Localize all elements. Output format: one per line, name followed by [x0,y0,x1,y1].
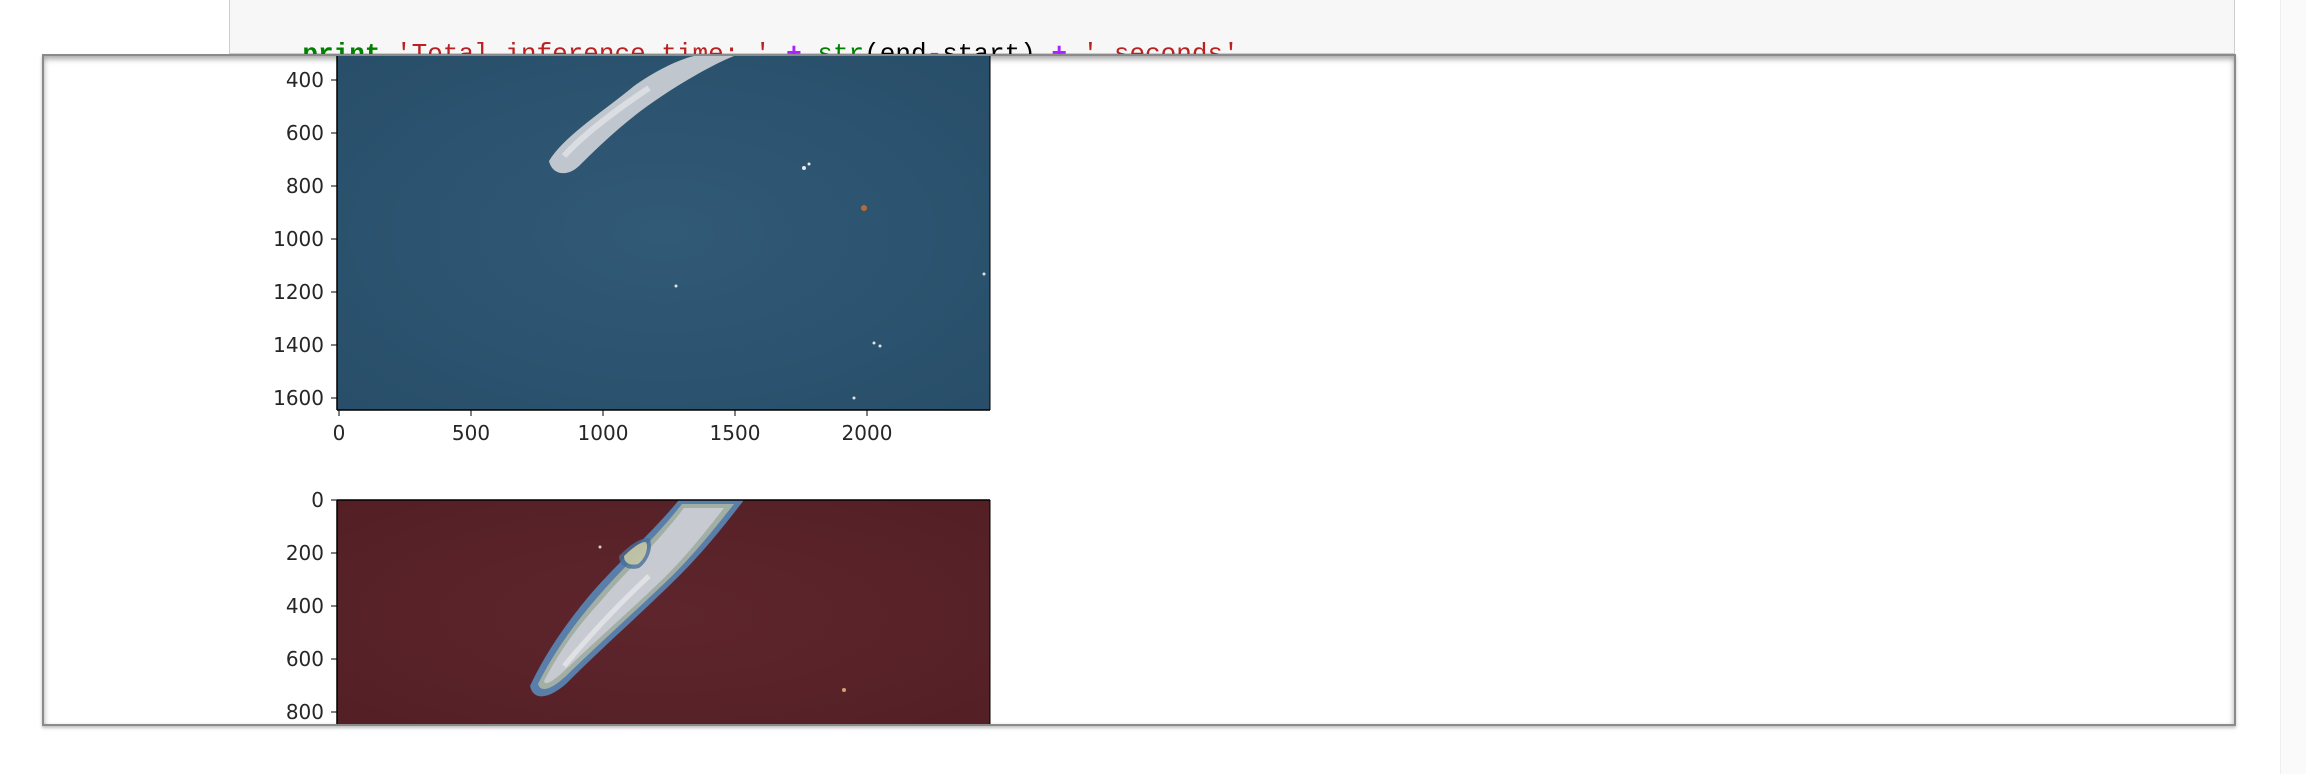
x-axis-ticks: 0 500 1000 1500 2000 [333,410,893,445]
output-figures: 400 600 800 1000 1200 1400 1600 0 500 10… [273,56,991,724]
x-tick-label: 1000 [578,421,629,445]
y-tick-label: 800 [286,700,324,724]
y-axis-ticks: 0 200 400 600 800 [286,488,337,724]
y-axis-ticks: 400 600 800 1000 1200 1400 1600 [273,68,337,410]
y-tick-label: 1600 [273,386,324,410]
y-tick-label: 1000 [273,227,324,251]
y-tick-label: 1200 [273,280,324,304]
y-tick-label: 600 [286,647,324,671]
x-tick-label: 0 [333,421,346,445]
x-tick-label: 500 [452,421,490,445]
x-tick-label: 2000 [842,421,893,445]
output-area[interactable]: 400 600 800 1000 1200 1400 1600 0 500 10… [42,54,2236,726]
y-tick-label: 400 [286,594,324,618]
x-tick-label: 1500 [710,421,761,445]
satellite-image-plot: 400 600 800 1000 1200 1400 1600 0 500 10… [273,56,991,445]
y-tick-label: 0 [311,488,324,512]
y-tick-label: 200 [286,541,324,565]
segmentation-overlay-plot: 0 200 400 600 800 [286,488,991,724]
y-tick-label: 400 [286,68,324,92]
page-scrollbar[interactable] [2280,0,2306,774]
y-tick-label: 800 [286,174,324,198]
y-tick-label: 600 [286,121,324,145]
y-tick-label: 1400 [273,333,324,357]
satellite-image [337,56,990,410]
code-cell[interactable]: print 'Total inference time: ' + str(end… [229,0,2235,69]
